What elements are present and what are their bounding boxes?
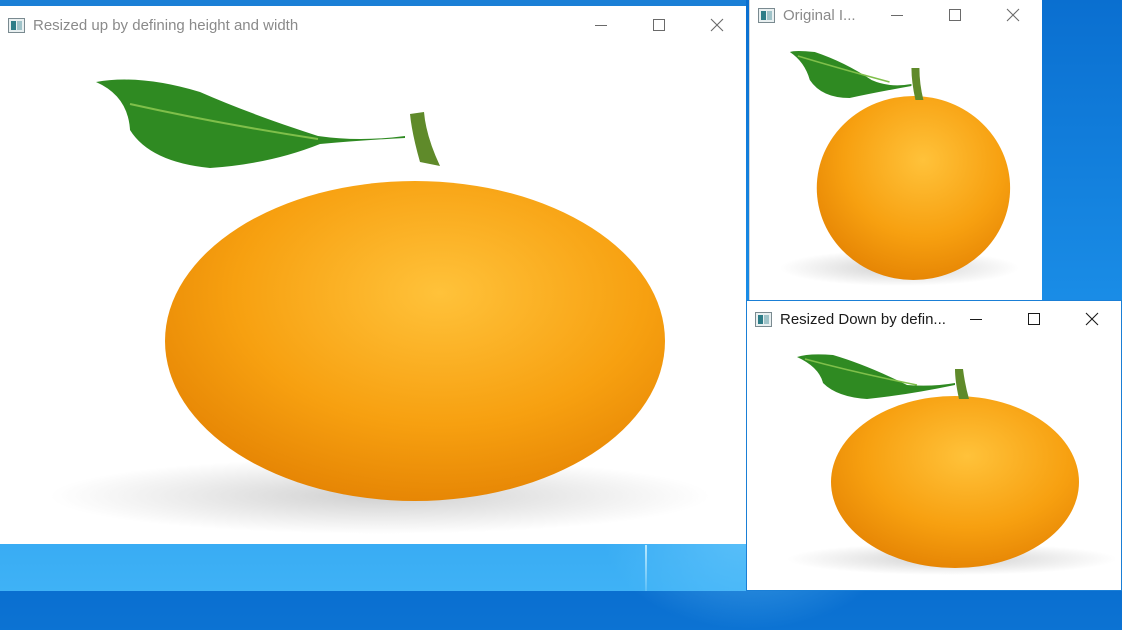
minimize-icon (891, 15, 903, 16)
maximize-icon (653, 19, 665, 31)
titlebar[interactable]: Original I... (750, 0, 1042, 30)
image-display (0, 44, 746, 544)
orange-image (50, 79, 710, 534)
app-icon (755, 311, 772, 327)
maximize-button[interactable] (630, 6, 688, 44)
orange-image (779, 51, 1020, 286)
minimize-button[interactable] (947, 301, 1005, 337)
window-resized-up[interactable]: Resized up by defining height and width (0, 0, 746, 544)
maximize-button[interactable] (1005, 301, 1063, 337)
close-icon (1006, 8, 1020, 22)
desktop-light-streak (645, 545, 647, 591)
close-button[interactable] (688, 6, 746, 44)
maximize-icon (1028, 313, 1040, 325)
app-icon (758, 7, 775, 23)
window-original[interactable]: Original I... (749, 0, 1042, 300)
maximize-icon (949, 9, 961, 21)
titlebar[interactable]: Resized up by defining height and width (0, 6, 746, 44)
window-title: Resized Down by defin... (780, 310, 946, 328)
close-button[interactable] (1063, 301, 1121, 337)
minimize-icon (970, 319, 982, 320)
minimize-button[interactable] (572, 6, 630, 44)
minimize-icon (595, 25, 607, 26)
close-icon (1085, 312, 1099, 326)
window-resized-down[interactable]: Resized Down by defin... (746, 300, 1122, 591)
minimize-button[interactable] (868, 0, 926, 30)
close-button[interactable] (984, 0, 1042, 30)
close-icon (710, 18, 724, 32)
titlebar[interactable]: Resized Down by defin... (747, 301, 1121, 337)
app-icon (8, 17, 25, 33)
window-title: Resized up by defining height and width (33, 16, 299, 34)
image-display (750, 30, 1042, 300)
orange-image (787, 354, 1117, 575)
window-title: Original I... (783, 6, 856, 24)
maximize-button[interactable] (926, 0, 984, 30)
image-display (747, 337, 1121, 590)
